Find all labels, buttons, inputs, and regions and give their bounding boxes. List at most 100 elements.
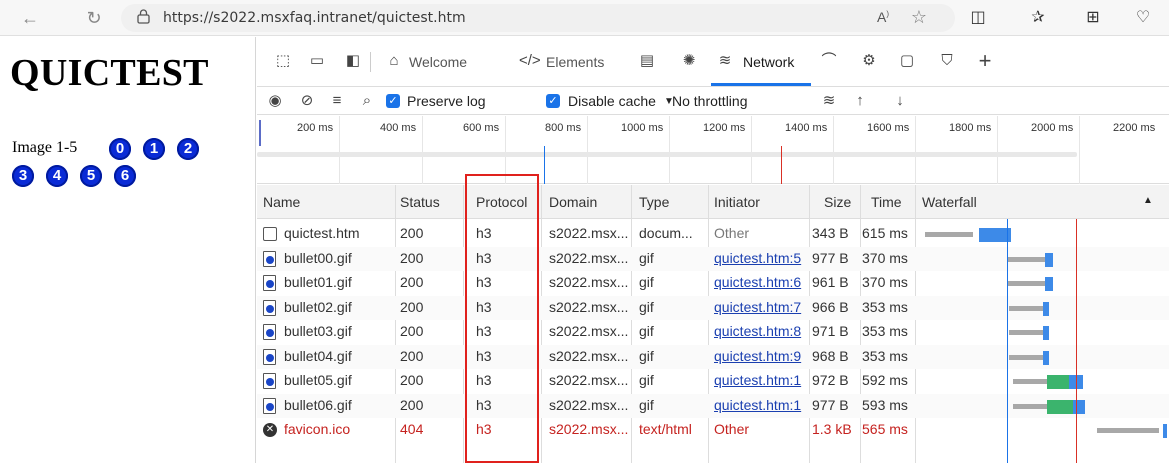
image-file-icon bbox=[263, 373, 276, 389]
back-icon[interactable]: ← bbox=[18, 6, 42, 30]
split-screen-icon[interactable]: ◫ bbox=[967, 7, 989, 29]
cell-time: 353 ms bbox=[862, 298, 908, 315]
table-row[interactable]: bullet06.gif 200 h3 s2022.msx... gif quictest… bbox=[257, 393, 1169, 418]
application-icon[interactable]: ▢ bbox=[897, 51, 917, 71]
export-har-icon[interactable]: ↓ bbox=[890, 91, 910, 111]
waterfall-bar bbox=[1013, 403, 1047, 409]
cell-initiator: Other bbox=[714, 225, 750, 241]
cell-protocol: h3 bbox=[476, 372, 492, 388]
memory-icon[interactable]: ⚙ bbox=[859, 51, 879, 71]
table-row[interactable]: bullet03.gif 200 h3 s2022.msx... gif quictest… bbox=[257, 320, 1169, 344]
timeline-tick: 1800 ms bbox=[949, 122, 992, 134]
preserve-log-label[interactable]: Preserve log bbox=[407, 93, 486, 109]
cell-initiator[interactable]: quictest.htm:5 bbox=[714, 250, 801, 266]
cell-name: bullet04.gif bbox=[284, 347, 352, 364]
collections-icon[interactable]: ⊞ bbox=[1082, 7, 1104, 29]
console-icon[interactable]: ▤ bbox=[637, 51, 657, 71]
error-icon: ✕ bbox=[263, 423, 277, 437]
tab-network[interactable]: Network bbox=[743, 51, 794, 73]
cell-type: gif bbox=[639, 298, 654, 315]
image-file-icon bbox=[263, 348, 276, 365]
heart-icon[interactable]: ♡ bbox=[1132, 7, 1154, 29]
column-header-domain[interactable]: Domain bbox=[549, 194, 597, 210]
inspect-icon[interactable]: ⬚ bbox=[273, 51, 293, 71]
cell-protocol: h3 bbox=[476, 323, 492, 339]
clear-icon[interactable]: ⊘ bbox=[297, 91, 317, 111]
column-header-size[interactable]: Size bbox=[824, 194, 851, 210]
add-tab-icon[interactable]: + bbox=[975, 50, 995, 72]
dock-icon[interactable]: ◧ bbox=[343, 51, 363, 71]
throttling-select[interactable]: No throttling bbox=[672, 93, 747, 109]
cell-initiator[interactable]: quictest.htm:1 bbox=[714, 372, 801, 388]
cell-initiator[interactable]: quictest.htm:7 bbox=[714, 299, 801, 315]
column-header-status[interactable]: Status bbox=[400, 194, 440, 210]
tab-elements[interactable]: Elements bbox=[546, 51, 604, 73]
address-bar[interactable]: https://s2022.msxfaq.intranet/quictest.h… bbox=[121, 4, 955, 32]
cell-time: 592 ms bbox=[862, 372, 908, 388]
favorites-icon[interactable]: ✰ bbox=[1027, 7, 1049, 29]
column-header-initiator[interactable]: Initiator bbox=[714, 194, 760, 210]
network-overview-timeline[interactable]: 200 ms 400 ms 600 ms 800 ms 1000 ms 1200… bbox=[257, 116, 1169, 184]
waterfall-bar bbox=[1047, 399, 1073, 414]
timeline-tick: 400 ms bbox=[380, 122, 417, 134]
waterfall-bar bbox=[1009, 330, 1043, 335]
cell-initiator[interactable]: quictest.htm:6 bbox=[714, 274, 801, 290]
cell-initiator[interactable]: quictest.htm:8 bbox=[714, 323, 801, 339]
table-row[interactable]: ✕ favicon.ico 404 h3 s2022.msx... text/html Ot… bbox=[257, 418, 1169, 442]
column-header-name[interactable]: Name bbox=[263, 194, 300, 210]
read-aloud-icon[interactable]: A) bbox=[877, 9, 889, 25]
device-emulation-icon[interactable]: ▭ bbox=[307, 51, 327, 71]
cell-time: 353 ms bbox=[862, 323, 908, 339]
record-icon[interactable]: ◉ bbox=[265, 91, 285, 111]
bullet-image: 4 bbox=[46, 165, 68, 187]
cell-type: docum... bbox=[639, 225, 693, 241]
column-header-time[interactable]: Time bbox=[871, 194, 902, 210]
column-header-type[interactable]: Type bbox=[639, 194, 669, 210]
cell-initiator[interactable]: quictest.htm:1 bbox=[714, 397, 801, 413]
table-row[interactable]: quictest.htm 200 h3 s2022.msx... docum... Oth… bbox=[257, 222, 1169, 246]
waterfall-bar bbox=[1045, 277, 1053, 291]
waterfall-bar bbox=[1097, 428, 1159, 433]
cell-name: quictest.htm bbox=[284, 225, 360, 241]
waterfall-bar bbox=[1043, 301, 1049, 316]
filter-icon[interactable]: ≡ bbox=[327, 91, 347, 111]
performance-icon[interactable]: ⌒ bbox=[819, 51, 839, 71]
table-row[interactable]: bullet00.gif 200 h3 s2022.msx... gif quictest… bbox=[257, 246, 1169, 271]
refresh-icon[interactable]: ↻ bbox=[82, 6, 106, 30]
table-row[interactable]: bullet05.gif 200 h3 s2022.msx... gif quictest… bbox=[257, 369, 1169, 393]
table-row[interactable]: bullet02.gif 200 h3 s2022.msx... gif quictest… bbox=[257, 295, 1169, 320]
table-row[interactable]: bullet01.gif 200 h3 s2022.msx... gif quictest… bbox=[257, 271, 1169, 295]
cell-name: bullet01.gif bbox=[284, 274, 352, 290]
waterfall-bar bbox=[1009, 305, 1043, 311]
column-header-waterfall[interactable]: Waterfall bbox=[922, 194, 977, 210]
disable-cache-label[interactable]: Disable cache bbox=[568, 93, 656, 109]
image-file-icon bbox=[263, 250, 276, 267]
tab-welcome[interactable]: Welcome bbox=[409, 51, 467, 73]
network-conditions-icon[interactable]: ≋ bbox=[819, 91, 839, 111]
url-text[interactable]: https://s2022.msxfaq.intranet/quictest.h… bbox=[163, 10, 466, 26]
cell-initiator[interactable]: quictest.htm:9 bbox=[714, 348, 801, 364]
cell-protocol: h3 bbox=[476, 347, 492, 364]
lock-icon[interactable] bbox=[137, 9, 150, 24]
column-header-protocol[interactable]: Protocol bbox=[476, 194, 527, 210]
security-icon[interactable]: ⛉ bbox=[937, 51, 957, 71]
cell-time: 370 ms bbox=[862, 274, 908, 290]
disable-cache-checkbox[interactable]: ✓ bbox=[546, 94, 560, 108]
cell-domain: s2022.msx... bbox=[549, 298, 629, 315]
waterfall-bar bbox=[1043, 350, 1049, 365]
timeline-handle[interactable] bbox=[259, 120, 261, 146]
bullet-image: 3 bbox=[12, 165, 34, 187]
bug-icon[interactable]: ✺ bbox=[679, 51, 699, 71]
cell-initiator: Other bbox=[714, 421, 750, 437]
cell-domain: s2022.msx... bbox=[549, 347, 629, 364]
table-row[interactable]: bullet04.gif 200 h3 s2022.msx... gif quictest… bbox=[257, 344, 1169, 369]
search-icon[interactable]: ⌕ bbox=[357, 91, 377, 111]
preserve-log-checkbox[interactable]: ✓ bbox=[386, 94, 400, 108]
import-har-icon[interactable]: ↑ bbox=[850, 91, 870, 111]
dom-content-loaded-marker bbox=[544, 146, 545, 184]
image-file-icon bbox=[263, 299, 276, 316]
timeline-tick: 2200 ms bbox=[1113, 122, 1156, 134]
cell-protocol: h3 bbox=[476, 298, 492, 315]
favorite-star-icon[interactable]: ☆ bbox=[911, 7, 927, 28]
sort-ascending-icon[interactable]: ▲ bbox=[1143, 195, 1153, 206]
